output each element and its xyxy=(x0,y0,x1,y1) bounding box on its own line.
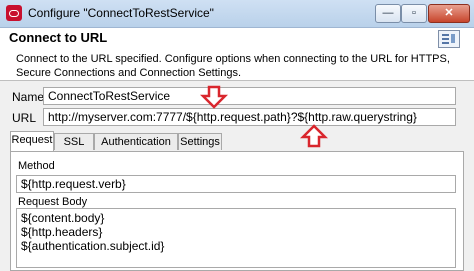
minimize-button[interactable]: — xyxy=(375,4,401,23)
red-arrow-up-icon xyxy=(300,124,328,148)
request-body-textarea[interactable]: ${content.body} ${http.headers} ${authen… xyxy=(16,208,456,268)
app-logo-icon xyxy=(6,5,22,21)
help-icon[interactable] xyxy=(438,30,460,48)
name-field[interactable]: ConnectToRestService xyxy=(43,87,456,105)
request-body-line: ${content.body} xyxy=(21,211,105,225)
tab-ssl[interactable]: SSL xyxy=(54,133,94,150)
tab-request[interactable]: Request xyxy=(10,131,54,152)
tab-settings[interactable]: Settings xyxy=(178,133,222,150)
request-body-label: Request Body xyxy=(18,196,88,208)
window-title: Configure "ConnectToRestService" xyxy=(28,6,214,20)
method-field[interactable]: ${http.request.verb} xyxy=(16,175,456,193)
red-arrow-down-icon xyxy=(200,85,228,109)
header-divider xyxy=(0,80,474,81)
restore-button[interactable]: ▫ xyxy=(401,4,427,23)
method-label: Method xyxy=(18,160,55,172)
request-body-line: ${authentication.subject.id} xyxy=(21,239,165,253)
description-text: Connect to the URL specified. Configure … xyxy=(16,53,450,79)
page-title: Connect to URL xyxy=(9,30,108,45)
tab-authentication[interactable]: Authentication xyxy=(94,133,178,150)
close-button[interactable]: ✕ xyxy=(428,4,470,23)
url-label: URL xyxy=(12,111,37,125)
url-field[interactable]: http://myserver.com:7777/${http.request.… xyxy=(43,108,456,126)
request-body-line: ${http.headers} xyxy=(21,225,103,239)
title-bar: Configure "ConnectToRestService" — ▫ ✕ xyxy=(0,0,474,28)
